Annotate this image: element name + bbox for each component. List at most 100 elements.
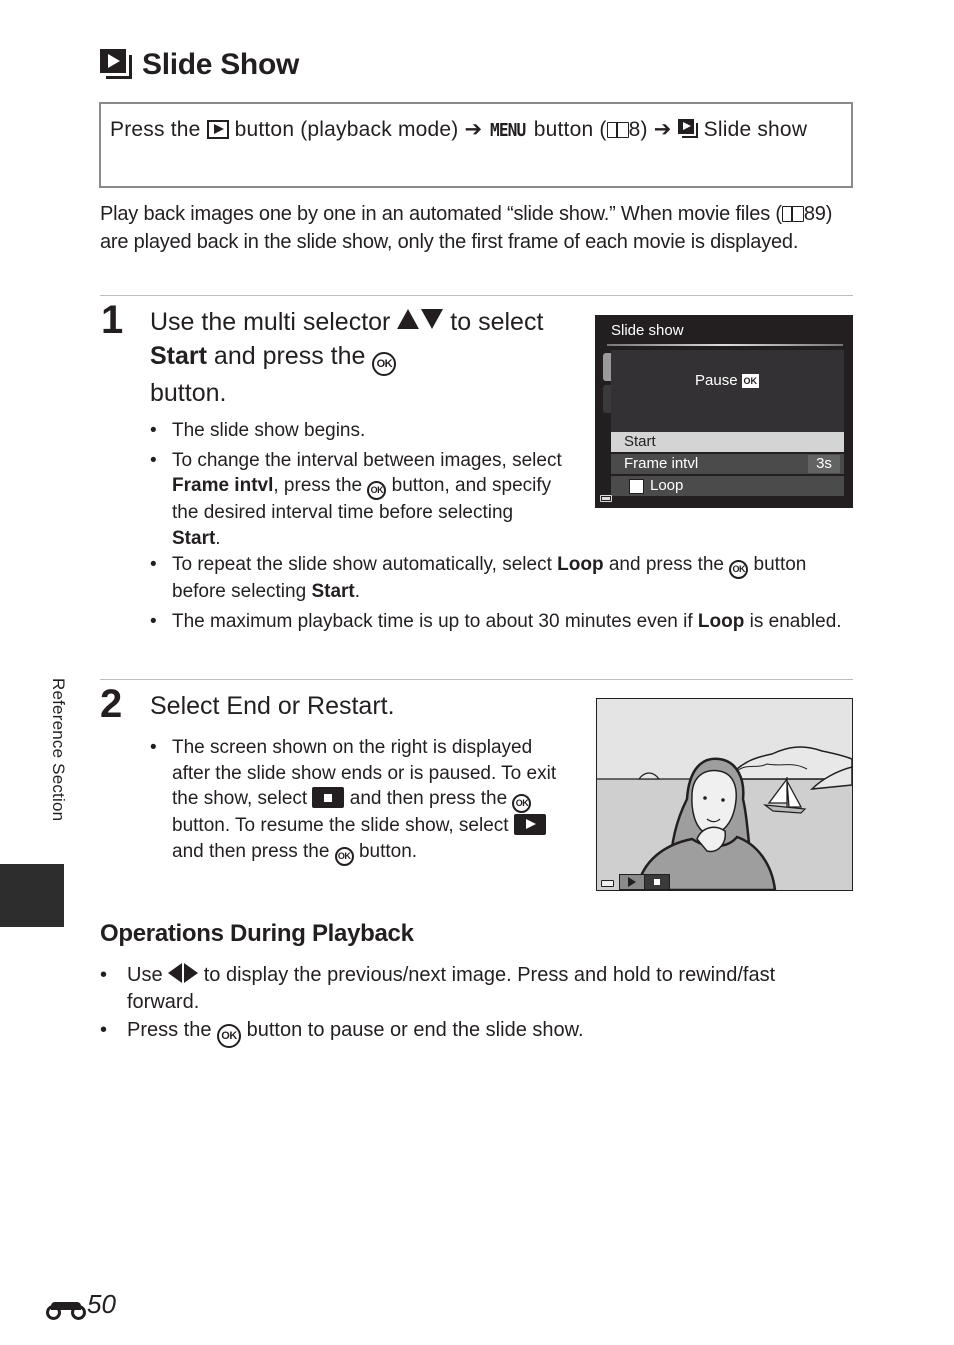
binoculars-icon: [46, 1300, 86, 1320]
arrow-icon: ➔: [653, 118, 672, 141]
step-title: Use the multi selector to select Start a…: [150, 305, 550, 410]
path-text: Press the: [110, 118, 201, 141]
bullet-text: , press the: [273, 475, 363, 496]
pause-hint: Pause OK: [695, 372, 760, 389]
step-title-text: to select: [450, 308, 544, 336]
list-item: The maximum playback time is up to about…: [150, 609, 855, 635]
bullet-text: The maximum playback time is up to about…: [172, 610, 693, 632]
menu-item-label: Loop: [650, 477, 684, 494]
page-number: 50: [46, 1289, 116, 1320]
intro-text: Play back images one by one in an automa…: [100, 203, 782, 225]
divider: [100, 295, 853, 296]
bullet-text: Use: [127, 964, 163, 986]
bold-term: Start: [311, 581, 355, 602]
battery-icon: [601, 880, 614, 887]
eye: [703, 796, 707, 800]
bullet-text: button to pause or end the slide show.: [246, 1019, 584, 1041]
pause-label: Pause: [695, 372, 738, 389]
loop-checkbox[interactable]: [629, 478, 644, 494]
camera-menu-screen: Slide show Pause OK Start Frame intvl 3s…: [595, 315, 853, 508]
list-item: The slide show begins.: [150, 418, 565, 444]
resume-play-button[interactable]: [619, 874, 645, 890]
bullet-text: to display the previous/next image. Pres…: [127, 964, 776, 1013]
bullet-text: The slide show begins.: [172, 420, 366, 441]
playback-button-icon: [206, 120, 229, 139]
up-arrow-icon: [397, 309, 420, 329]
bold-term: Loop: [557, 554, 604, 575]
menu-item-start[interactable]: Start: [611, 432, 844, 452]
down-arrow-icon: [421, 309, 444, 329]
page-reference-link[interactable]: 8: [629, 118, 641, 141]
menu-item-label: Frame intvl: [624, 455, 699, 472]
divider: [100, 679, 853, 680]
bold-term: Loop: [697, 610, 745, 632]
menu-path-box: Press the button (playback mode) ➔ MENU …: [99, 102, 853, 188]
menu-header: Slide show: [611, 322, 684, 339]
ok-button-icon: OK: [217, 1024, 242, 1048]
step-title: Select End or Restart.: [150, 692, 395, 720]
path-text: ): [640, 118, 648, 141]
right-arrow-icon: [184, 963, 199, 983]
list-item: The screen shown on the right is display…: [150, 735, 565, 866]
ok-button-icon: OK: [334, 846, 354, 866]
menu-tab[interactable]: [603, 385, 611, 413]
page-reference-link[interactable]: 89: [804, 203, 826, 225]
section-side-label: Reference Section: [49, 678, 68, 822]
intro-paragraph: Play back images one by one in an automa…: [100, 201, 845, 256]
camera-playback-screen: [596, 698, 853, 891]
book-reference-icon: [781, 206, 804, 222]
frame-interval-value: 3s: [808, 455, 840, 473]
bullet-text: Press the: [127, 1019, 212, 1041]
path-text: Slide show: [703, 118, 808, 141]
ok-button-icon: OK: [372, 352, 397, 376]
slide-show-icon: [677, 119, 698, 138]
bullet-text: button. To resume the slide show, select: [172, 815, 509, 836]
bullet-text: To repeat the slide show automatically, …: [172, 554, 552, 575]
menu-item-label: Start: [624, 433, 656, 450]
start-option-label: Start: [150, 342, 207, 370]
page-title: Slide Show: [100, 48, 299, 82]
book-reference-icon: [606, 122, 629, 138]
play-button-icon: [513, 814, 546, 835]
bullet-text: and then press the: [349, 788, 508, 809]
step-title-text: button.: [150, 379, 227, 407]
menu-item-frame-intvl[interactable]: Frame intvl 3s: [611, 454, 844, 474]
preview-panel: [611, 350, 844, 432]
bullet-text: button.: [358, 840, 418, 862]
playback-illustration: [597, 699, 852, 890]
eye: [721, 798, 725, 802]
bullet-text: and then press the: [172, 840, 330, 862]
path-text: button (: [533, 118, 607, 141]
menu-tab[interactable]: [603, 353, 611, 381]
section-tab-marker: [0, 864, 64, 927]
ok-button-icon: OK: [367, 481, 387, 500]
page-number-text: 50: [87, 1289, 116, 1319]
stop-button-icon: [312, 787, 345, 808]
step2-bullets: The screen shown on the right is display…: [150, 735, 565, 870]
step1-bullets: The slide show begins. To change the int…: [150, 418, 565, 555]
arrow-icon: ➔: [464, 118, 483, 141]
bullet-text: .: [354, 581, 361, 602]
step1-bullets-wide: To repeat the slide show automatically, …: [150, 552, 855, 638]
left-arrow-icon: [168, 963, 183, 983]
step-title-text: Use the multi selector: [150, 308, 391, 336]
ok-button-icon: OK: [729, 560, 749, 579]
step-title-text: and press the: [213, 342, 366, 370]
bullet-text: .: [215, 527, 221, 549]
ok-badge-icon: OK: [741, 373, 760, 388]
menu-button-label: MENU: [490, 120, 526, 141]
bold-term: Start: [172, 527, 216, 549]
bold-term: Frame intvl: [172, 475, 274, 496]
path-text: button (playback mode): [234, 118, 459, 141]
step-number: 1: [101, 298, 124, 342]
operations-list: Use to display the previous/next image. …: [100, 962, 850, 1049]
list-item: Use to display the previous/next image. …: [100, 962, 850, 1016]
menu-item-loop[interactable]: Loop: [611, 476, 844, 496]
section-heading: Operations During Playback: [100, 920, 414, 947]
ok-button-icon: OK: [512, 794, 532, 813]
battery-icon: [600, 495, 612, 502]
bullet-text: and press the: [608, 554, 724, 575]
step-number: 2: [100, 682, 123, 726]
list-item: To change the interval between images, s…: [150, 448, 565, 552]
end-stop-button[interactable]: [645, 874, 670, 890]
